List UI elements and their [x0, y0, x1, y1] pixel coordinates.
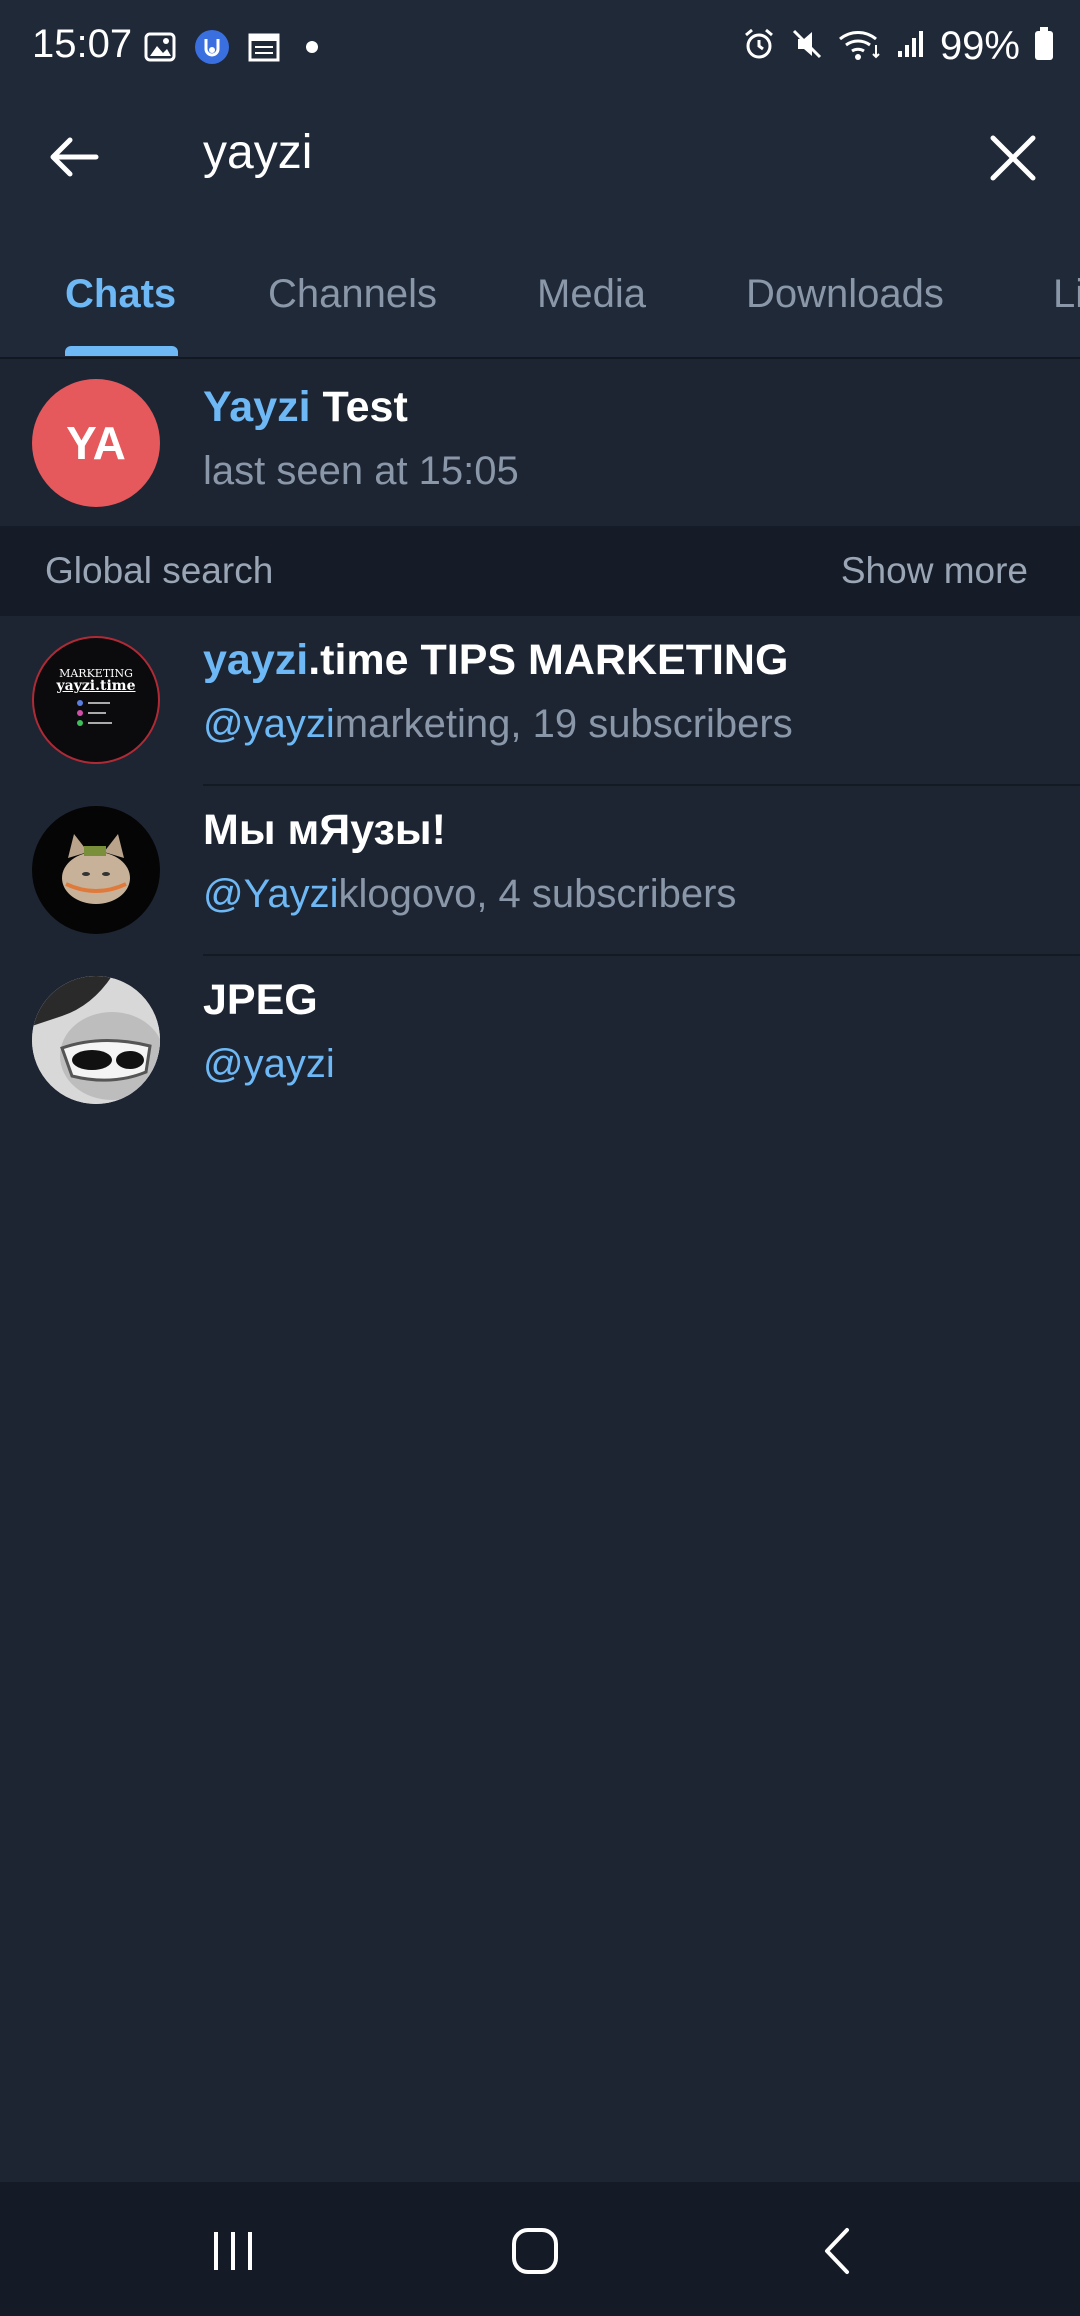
close-icon: [990, 135, 1036, 181]
search-input[interactable]: yayzi: [203, 125, 312, 180]
battery-percent: 99%: [939, 24, 1020, 68]
tab-media[interactable]: Media: [537, 272, 646, 317]
channel-title: yayzi.time TIPS MARKETING: [203, 636, 788, 685]
recent-apps-icon: [214, 2232, 252, 2270]
system-navigation-bar: [0, 2182, 1080, 2316]
home-button[interactable]: [495, 2218, 575, 2284]
chevron-left-icon: [825, 2228, 849, 2274]
title-highlight: Yayzi: [203, 383, 311, 431]
username-highlight: @Yayzi: [203, 872, 339, 916]
subtitle-rest: marketing, 19 subscribers: [334, 702, 793, 746]
clear-search-button[interactable]: [980, 125, 1050, 191]
global-search-label: Global search: [45, 550, 274, 591]
global-result-row[interactable]: JPEG @yayzi: [0, 956, 1080, 1126]
status-right-icons: 99%: [742, 24, 1054, 69]
status-bar: 15:07 99%: [0, 0, 1080, 95]
recent-apps-button[interactable]: [193, 2218, 273, 2284]
user-subtitle: @yayzi: [203, 1042, 335, 1087]
cat-picture-icon: [62, 834, 130, 904]
chat-title: Yayzi Test: [203, 383, 408, 432]
avatar: YA: [32, 379, 160, 507]
tab-channels[interactable]: Channels: [268, 272, 437, 317]
signal-icon: [896, 29, 926, 64]
person-avatar: [32, 976, 160, 1104]
username-highlight: @yayzi: [203, 1042, 335, 1086]
tab-downloads[interactable]: Downloads: [746, 272, 944, 317]
notification-dot-icon: [306, 41, 318, 53]
mute-icon: [790, 27, 824, 66]
app-header: 15:07 99% yayzi Chats Channels Media Dow…: [0, 0, 1080, 357]
logo-dots-icon: [77, 699, 112, 726]
global-result-row[interactable]: MARKETING yayzi.time yayzi.time TIPS MAR…: [0, 616, 1080, 786]
title-rest: Мы мЯузы!: [203, 806, 446, 854]
alarm-icon: [742, 27, 776, 66]
home-icon: [512, 2228, 558, 2274]
title-highlight: yayzi: [203, 636, 309, 684]
channel-subtitle: @yayzimarketing, 19 subscribers: [203, 702, 793, 747]
subtitle-rest: klogovo, 4 subscribers: [338, 872, 737, 916]
avatar-initials: YA: [66, 417, 126, 469]
show-more-button[interactable]: Show more: [841, 550, 1028, 592]
global-result-row[interactable]: Мы мЯузы! @Yayziklogovo, 4 subscribers: [0, 786, 1080, 956]
channel-title: Мы мЯузы!: [203, 806, 446, 855]
cat-avatar: [32, 806, 160, 934]
tab-chats[interactable]: Chats: [65, 272, 176, 317]
marketing-logo: MARKETING yayzi.time: [57, 668, 136, 733]
calendar-icon: [246, 30, 282, 64]
title-rest: Test: [310, 383, 408, 431]
search-bar: yayzi: [0, 95, 1080, 210]
user-title: JPEG: [203, 976, 318, 1025]
person-sunglasses-photo-icon: [32, 976, 160, 1104]
search-tabs: Chats Channels Media Downloads Li: [0, 262, 1080, 357]
chat-result-row[interactable]: YA Yayzi Test last seen at 15:05: [0, 359, 1080, 526]
gallery-icon: [142, 30, 178, 64]
chat-status: last seen at 15:05: [203, 449, 519, 493]
app-icon: [194, 30, 230, 64]
arrow-left-icon: [50, 137, 99, 177]
title-rest: JPEG: [203, 976, 318, 1024]
channel-subtitle: @Yayziklogovo, 4 subscribers: [203, 872, 736, 917]
system-back-button[interactable]: [800, 2218, 880, 2284]
battery-icon: [1034, 27, 1054, 66]
status-time: 15:07: [32, 22, 133, 66]
tab-links[interactable]: Li: [1053, 272, 1080, 317]
logo-text-brand: yayzi.time: [56, 677, 136, 694]
back-button[interactable]: [44, 127, 114, 187]
global-search-header: Global search Show more: [0, 526, 1080, 616]
title-rest: .time TIPS MARKETING: [308, 636, 789, 684]
marketing-logo-avatar: MARKETING yayzi.time: [32, 636, 160, 764]
active-tab-indicator: [65, 346, 178, 356]
wifi-icon: [838, 27, 882, 66]
status-left-icons: [142, 30, 318, 64]
username-highlight: @yayzi: [203, 702, 335, 746]
logo-text-marketing: MARKETING: [59, 666, 133, 680]
